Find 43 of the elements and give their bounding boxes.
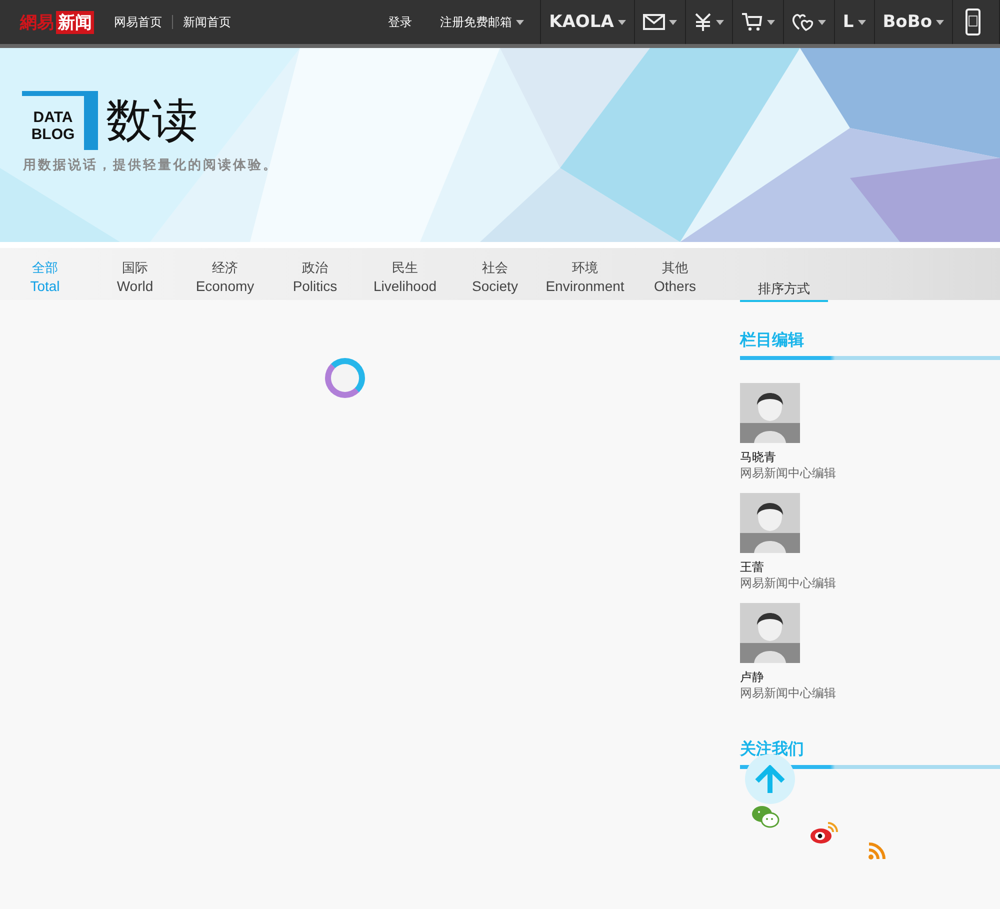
up-arrow-icon <box>754 765 786 793</box>
wechat-icon[interactable] <box>752 805 780 829</box>
news-link[interactable]: 新闻首页 <box>183 14 231 30</box>
editor-name: 马晓青 <box>740 449 777 465</box>
register-dropdown[interactable]: 注册免费邮箱 <box>440 14 524 30</box>
caret-icon <box>668 20 677 24</box>
sort-tab[interactable]: 排序方式 <box>740 278 828 302</box>
caret-icon <box>618 20 626 24</box>
home-link[interactable]: 网易首页 <box>114 14 162 30</box>
data-blog-logo: DATA BLOG <box>22 91 98 150</box>
login-link[interactable]: 登录 <box>388 14 412 30</box>
category-tab[interactable]: 环境 Environment <box>540 248 630 295</box>
editor-name: 王蕾 <box>740 559 765 575</box>
category-tab[interactable]: 政治 Politics <box>270 248 360 295</box>
caret-icon <box>818 20 826 24</box>
editor-name: 卢静 <box>740 669 765 685</box>
yen-icon <box>694 13 712 31</box>
editor-role: 网易新闻中心编辑 <box>740 465 837 481</box>
hearts-icon <box>792 13 814 31</box>
editor-role: 网易新闻中心编辑 <box>740 575 837 591</box>
category-tab[interactable]: 国际 World <box>90 248 180 295</box>
category-tab[interactable]: 其他 Others <box>630 248 720 295</box>
caret-icon <box>716 20 724 24</box>
tagline: 用数据说话，提供轻量化的阅读体验。 <box>23 156 279 174</box>
menu-dropdown[interactable]: KAOLA <box>540 0 634 44</box>
loading-spinner <box>325 358 365 398</box>
category-tab[interactable]: 社会 Society <box>450 248 540 295</box>
blog-title: 数读 <box>106 93 198 148</box>
menu-dropdown[interactable]: L <box>834 0 874 44</box>
caret-icon <box>516 20 524 24</box>
category-tab[interactable]: 经济 Economy <box>180 248 270 295</box>
editor-role: 网易新闻中心编辑 <box>740 685 837 701</box>
cart-icon <box>740 12 763 32</box>
category-tab[interactable]: 民生 Livelihood <box>360 248 450 295</box>
menu-dropdown[interactable]: BoBo <box>874 0 952 44</box>
caret-icon <box>936 20 944 24</box>
phone-icon <box>965 8 981 36</box>
caret-icon <box>766 20 775 24</box>
caret-icon <box>858 20 866 24</box>
mobile-app-button[interactable] <box>952 0 1000 44</box>
mail-icon <box>642 14 665 30</box>
weibo-icon[interactable] <box>810 822 838 844</box>
section-heading: 栏目编辑 <box>740 330 805 351</box>
